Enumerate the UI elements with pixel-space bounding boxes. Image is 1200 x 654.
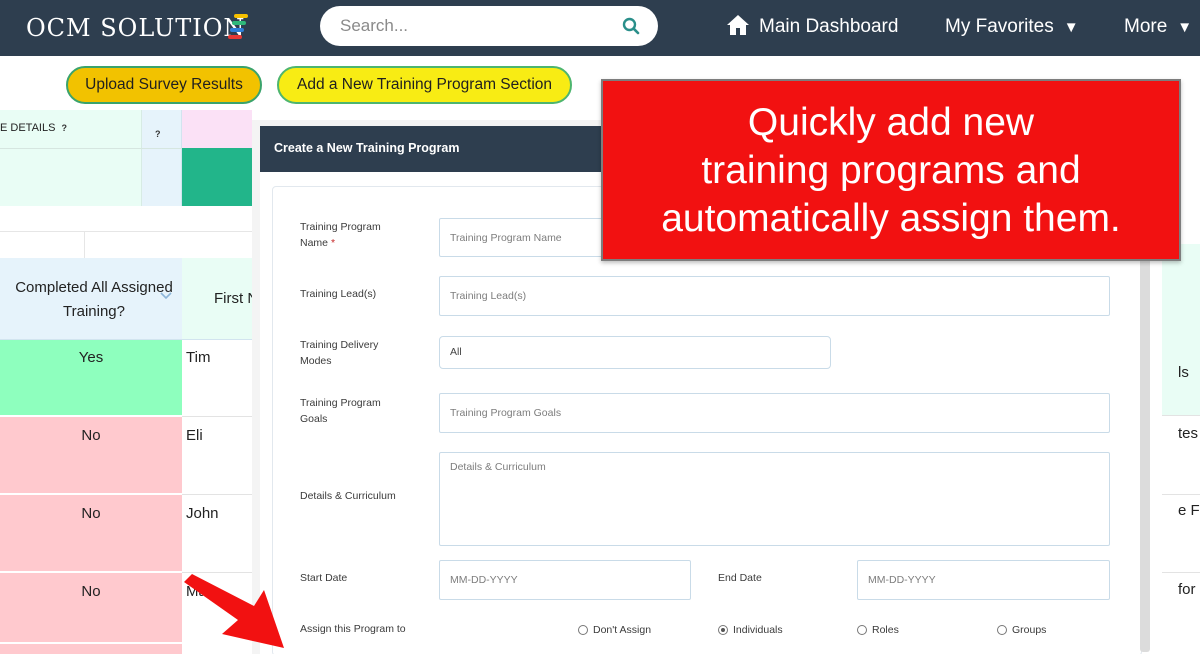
assign-program-label: Assign this Program to <box>300 623 406 635</box>
radio-empty-icon <box>997 625 1007 635</box>
search-icon[interactable] <box>622 17 640 35</box>
assign-option-dont-assign[interactable]: Don't Assign <box>578 624 651 636</box>
help-badge[interactable]: ? <box>61 123 67 133</box>
edge-cell: e F <box>1178 502 1200 519</box>
training-program-name-label: Training Program Name * <box>300 219 410 251</box>
table-spacer-row <box>0 206 252 232</box>
divider <box>84 232 85 258</box>
assign-option-individuals[interactable]: Individuals <box>718 624 783 636</box>
logo-mark-icon <box>228 14 250 40</box>
search-box <box>320 6 658 46</box>
end-date-label: End Date <box>718 572 762 584</box>
details-curriculum-textarea[interactable] <box>439 452 1110 546</box>
caret-down-icon: ▼ <box>1177 19 1193 36</box>
start-date-input[interactable] <box>439 560 691 600</box>
training-lead-label: Training Lead(s) <box>300 288 377 300</box>
divider <box>182 494 252 495</box>
table-header-cell <box>182 148 252 206</box>
edge-cell: tes <box>1178 425 1199 442</box>
training-lead-input[interactable] <box>439 276 1110 316</box>
assign-option-label: Groups <box>1012 624 1047 636</box>
assign-option-label: Don't Assign <box>593 624 652 636</box>
training-program-goals-label: Training Program Goals <box>300 397 381 425</box>
divider <box>0 148 182 149</box>
chevron-down-icon[interactable] <box>160 292 172 300</box>
details-header-label: E DETAILS <box>0 122 56 134</box>
training-program-goals-input[interactable] <box>439 393 1110 433</box>
first-name-cell: Tim <box>186 349 211 366</box>
details-curriculum-label: Details & Curriculum <box>300 490 396 502</box>
callout-line: Quickly add new <box>747 101 1035 144</box>
end-date-input[interactable] <box>857 560 1110 600</box>
caret-down-icon: ▼ <box>1063 19 1079 36</box>
training-program-name-label-text: Training Program Name <box>300 221 381 249</box>
nav-main-dashboard-label: Main Dashboard <box>759 16 899 37</box>
completed-cell: No <box>81 505 101 522</box>
nav-my-favorites-label: My Favorites <box>945 16 1054 37</box>
radio-selected-icon <box>718 625 728 635</box>
help-badge-label: ? <box>155 129 161 139</box>
assign-option-groups[interactable]: Groups <box>997 624 1046 636</box>
training-delivery-modes-select[interactable]: All <box>439 336 831 369</box>
nav-more[interactable]: More ▼ <box>1124 16 1192 38</box>
assign-option-label: Roles <box>872 624 899 636</box>
modal-title: Create a New Training Program <box>274 141 460 155</box>
callout-line: training programs and <box>701 149 1081 192</box>
radio-empty-icon <box>857 625 867 635</box>
search-input[interactable] <box>340 15 610 37</box>
add-training-program-section-button[interactable]: Add a New Training Program Section <box>277 66 572 104</box>
edge-cell: ls <box>1178 364 1189 381</box>
top-navigation-bar: OCM SOLUTION Main Dashboard My Favorites… <box>0 0 1200 56</box>
app-logo[interactable]: OCM SOLUTION <box>26 14 245 42</box>
completed-cell: Yes <box>78 349 104 366</box>
divider <box>182 416 252 417</box>
training-delivery-modes-label: Training Delivery Modes <box>300 339 379 367</box>
table-header-cell <box>142 110 182 206</box>
required-mark: * <box>330 237 336 249</box>
upload-survey-results-button[interactable]: Upload Survey Results <box>66 66 262 104</box>
nav-my-favorites[interactable]: My Favorites ▼ <box>945 16 1079 38</box>
nav-more-label: More <box>1124 16 1168 37</box>
feature-callout: Quickly add new training programs and au… <box>601 79 1181 261</box>
help-badge[interactable]: ? <box>149 124 161 141</box>
callout-text: Quickly add new training programs and au… <box>603 99 1179 243</box>
completed-column-header-label: Completed All Assigned Training? <box>15 279 173 320</box>
divider <box>1162 572 1200 573</box>
assign-option-roles[interactable]: Roles <box>857 624 899 636</box>
divider <box>1162 494 1200 495</box>
home-icon <box>727 15 749 35</box>
completed-cell: No <box>81 427 101 444</box>
modal-scrollbar[interactable] <box>1140 192 1150 652</box>
table-header-cell <box>182 110 252 148</box>
assign-option-label: Individuals <box>733 624 783 636</box>
red-arrow-icon <box>184 574 284 648</box>
table-row <box>0 644 182 654</box>
callout-line: automatically assign them. <box>661 197 1121 240</box>
edge-cell: for <box>1178 581 1196 598</box>
first-name-cell: John <box>186 505 219 522</box>
first-name-cell: Eli <box>186 427 203 444</box>
start-date-label: Start Date <box>300 572 348 584</box>
radio-empty-icon <box>578 625 588 635</box>
details-header: E DETAILS? <box>0 122 67 134</box>
completed-cell: No <box>81 583 101 600</box>
